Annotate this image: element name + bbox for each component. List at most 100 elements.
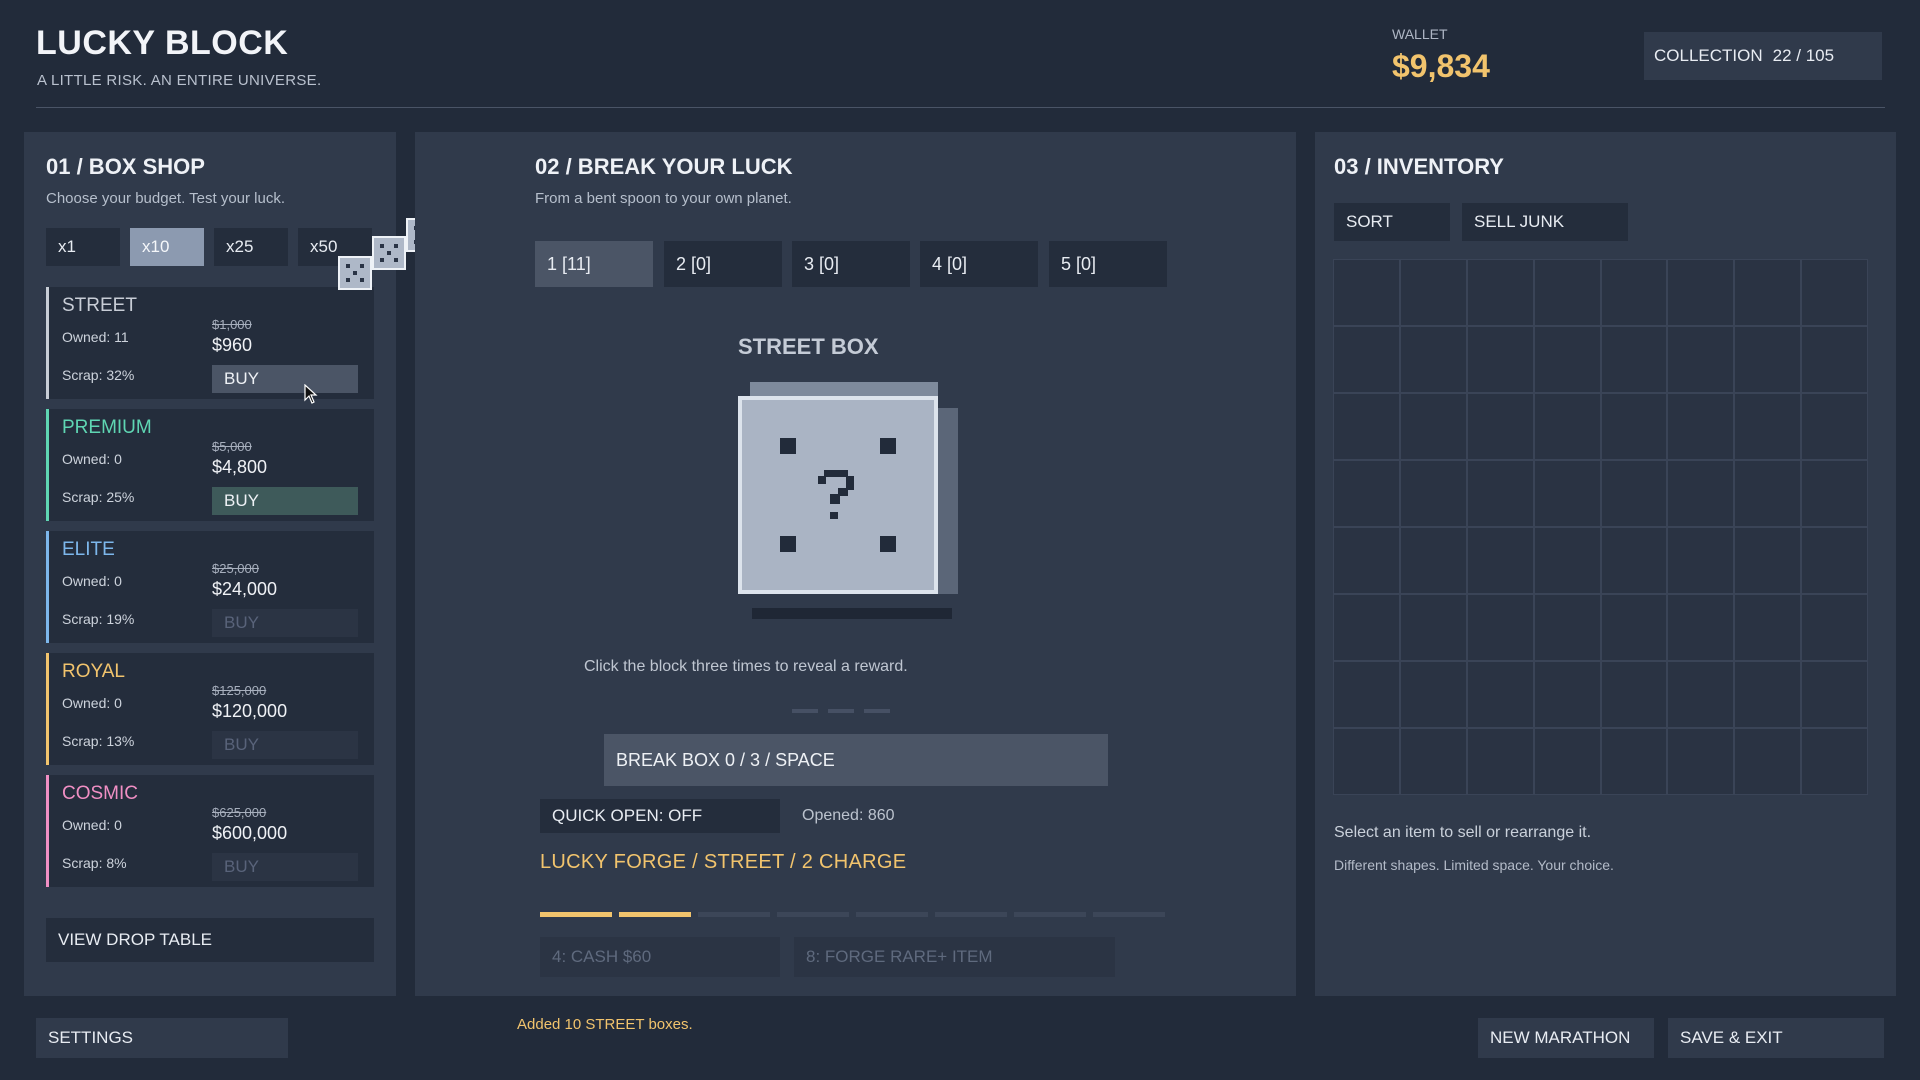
inventory-cell[interactable] xyxy=(1534,662,1600,727)
inventory-cell[interactable] xyxy=(1400,595,1466,660)
inventory-cell[interactable] xyxy=(1802,729,1867,794)
inventory-cell[interactable] xyxy=(1668,327,1734,392)
inventory-cell[interactable] xyxy=(1601,595,1667,660)
inventory-cell[interactable] xyxy=(1334,662,1399,727)
inventory-cell[interactable] xyxy=(1735,528,1801,593)
inventory-cell[interactable] xyxy=(1400,260,1466,325)
inventory-cell[interactable] xyxy=(1534,260,1600,325)
reward-forge-button[interactable]: 8: FORGE RARE+ ITEM xyxy=(794,937,1115,977)
inventory-cell[interactable] xyxy=(1400,729,1466,794)
qty-x10-button[interactable]: x10 xyxy=(130,228,204,266)
inventory-cell[interactable] xyxy=(1334,461,1399,526)
settings-button[interactable]: SETTINGS xyxy=(36,1018,288,1058)
inventory-cell[interactable] xyxy=(1668,394,1734,459)
save-exit-button[interactable]: SAVE & EXIT xyxy=(1668,1018,1884,1058)
inventory-cell[interactable] xyxy=(1802,461,1867,526)
inventory-cell[interactable] xyxy=(1735,461,1801,526)
inventory-cell[interactable] xyxy=(1467,260,1533,325)
inventory-cell[interactable] xyxy=(1534,729,1600,794)
inventory-cell[interactable] xyxy=(1601,528,1667,593)
inventory-cell[interactable] xyxy=(1802,595,1867,660)
inventory-grid[interactable] xyxy=(1333,259,1868,795)
inventory-cell[interactable] xyxy=(1334,394,1399,459)
qty-x1-button[interactable]: x1 xyxy=(46,228,120,266)
collection-value: 22 / 105 xyxy=(1772,46,1835,65)
inventory-cell[interactable] xyxy=(1601,662,1667,727)
inventory-cell[interactable] xyxy=(1601,729,1667,794)
inventory-cell[interactable] xyxy=(1334,528,1399,593)
inventory-cell[interactable] xyxy=(1601,461,1667,526)
forge-segment xyxy=(619,912,691,917)
qty-x25-button[interactable]: x25 xyxy=(214,228,288,266)
box-shop-title: 01 / BOX SHOP xyxy=(46,154,205,179)
slot-tab-5[interactable]: 5 [0] xyxy=(1049,241,1167,287)
inventory-cell[interactable] xyxy=(1467,394,1533,459)
inventory-cell[interactable] xyxy=(1334,729,1399,794)
sort-button[interactable]: SORT xyxy=(1334,203,1450,241)
inventory-cell[interactable] xyxy=(1668,528,1734,593)
view-drop-table-button[interactable]: VIEW DROP TABLE xyxy=(46,918,374,962)
inventory-cell[interactable] xyxy=(1334,260,1399,325)
slot-tab-1[interactable]: 1 [11] xyxy=(535,241,653,287)
new-marathon-button[interactable]: NEW MARATHON xyxy=(1478,1018,1654,1058)
inventory-cell[interactable] xyxy=(1534,461,1600,526)
break-box-button[interactable]: BREAK BOX 0 / 3 / SPACE xyxy=(604,734,1108,786)
box-price: $120,000 xyxy=(212,701,288,721)
inventory-cell[interactable] xyxy=(1400,327,1466,392)
inventory-cell[interactable] xyxy=(1467,461,1533,526)
forge-segment xyxy=(777,912,849,917)
inventory-cell[interactable] xyxy=(1735,662,1801,727)
inventory-cell[interactable] xyxy=(1400,394,1466,459)
inventory-cell[interactable] xyxy=(1735,729,1801,794)
slot-tab-4[interactable]: 4 [0] xyxy=(920,241,1038,287)
inventory-cell[interactable] xyxy=(1802,662,1867,727)
inventory-cell[interactable] xyxy=(1668,461,1734,526)
inventory-cell[interactable] xyxy=(1668,662,1734,727)
inventory-cell[interactable] xyxy=(1668,729,1734,794)
inventory-cell[interactable] xyxy=(1601,394,1667,459)
inventory-cell[interactable] xyxy=(1802,327,1867,392)
inventory-cell[interactable] xyxy=(1534,394,1600,459)
inventory-cell[interactable] xyxy=(1400,528,1466,593)
inventory-cell[interactable] xyxy=(1735,595,1801,660)
sell-junk-button[interactable]: SELL JUNK xyxy=(1462,203,1628,241)
inventory-cell[interactable] xyxy=(1467,595,1533,660)
box-old-price: $125,000 xyxy=(212,683,267,698)
inventory-cell[interactable] xyxy=(1400,461,1466,526)
inventory-cell[interactable] xyxy=(1735,394,1801,459)
inventory-cell[interactable] xyxy=(1802,394,1867,459)
inventory-cell[interactable] xyxy=(1802,528,1867,593)
inventory-cell[interactable] xyxy=(1467,327,1533,392)
inventory-cell[interactable] xyxy=(1534,595,1600,660)
buy-button[interactable]: BUY xyxy=(212,487,358,515)
buy-button[interactable]: BUY xyxy=(212,609,358,637)
inventory-cell[interactable] xyxy=(1601,260,1667,325)
inventory-cell[interactable] xyxy=(1668,595,1734,660)
box-name: COSMIC xyxy=(62,783,138,804)
inventory-cell[interactable] xyxy=(1467,729,1533,794)
slot-tab-3[interactable]: 3 [0] xyxy=(792,241,910,287)
inventory-cell[interactable] xyxy=(1668,260,1734,325)
inventory-cell[interactable] xyxy=(1534,327,1600,392)
inventory-cell[interactable] xyxy=(1601,327,1667,392)
forge-segment xyxy=(540,912,612,917)
inventory-cell[interactable] xyxy=(1400,662,1466,727)
inventory-cell[interactable] xyxy=(1735,327,1801,392)
inventory-cell[interactable] xyxy=(1802,260,1867,325)
inventory-cell[interactable] xyxy=(1467,528,1533,593)
buy-button[interactable]: BUY xyxy=(212,365,358,393)
lucky-block[interactable] xyxy=(738,396,938,594)
inventory-cell[interactable] xyxy=(1534,528,1600,593)
buy-button[interactable]: BUY xyxy=(212,731,358,759)
inventory-cell[interactable] xyxy=(1334,327,1399,392)
collection-button[interactable]: COLLECTION 22 / 105 xyxy=(1644,32,1882,80)
box-name: ELITE xyxy=(62,539,115,560)
inventory-cell[interactable] xyxy=(1467,662,1533,727)
reward-cash-button[interactable]: 4: CASH $60 xyxy=(540,937,780,977)
slot-tab-2[interactable]: 2 [0] xyxy=(664,241,782,287)
mouse-cursor-icon xyxy=(304,384,318,404)
buy-button[interactable]: BUY xyxy=(212,853,358,881)
inventory-cell[interactable] xyxy=(1735,260,1801,325)
quick-open-toggle[interactable]: QUICK OPEN: OFF xyxy=(540,799,780,833)
inventory-cell[interactable] xyxy=(1334,595,1399,660)
